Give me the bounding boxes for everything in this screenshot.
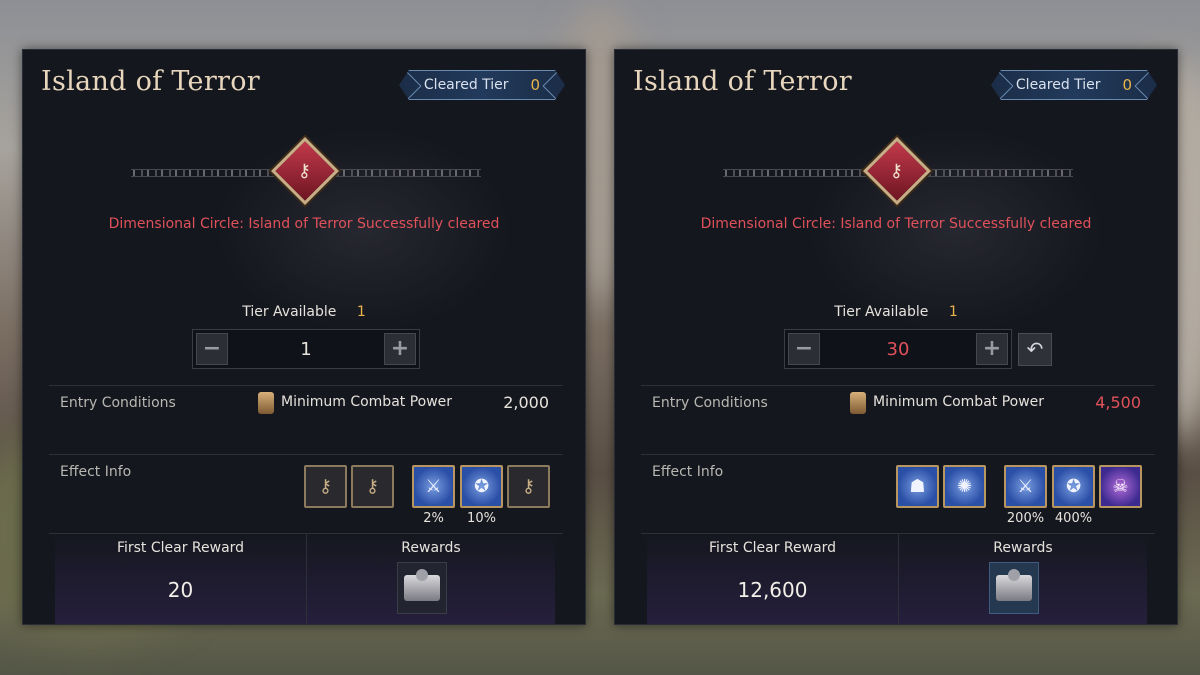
cleared-tier-value: 0	[1122, 76, 1133, 94]
combat-power-icon	[258, 392, 274, 414]
status-message: Dimensional Circle: Island of Terror Suc…	[700, 216, 1092, 232]
divider	[641, 385, 1155, 386]
crossed-swords-icon[interactable]: ⚔	[412, 465, 455, 508]
increase-tier-button[interactable]: +	[384, 333, 416, 365]
tier-available-label: Tier Available	[242, 304, 337, 320]
min-combat-power-value: 4,500	[1095, 393, 1141, 412]
divider	[641, 454, 1155, 455]
lock-icon: ⚷	[271, 137, 339, 205]
cleared-tier-value: 0	[530, 76, 541, 94]
dungeon-title: Island of Terror	[41, 66, 261, 97]
demon-skull-icon[interactable]: ☠	[1099, 465, 1142, 508]
strongman-icon[interactable]: ✪	[1052, 465, 1095, 508]
decrease-tier-button[interactable]: −	[788, 333, 820, 365]
combat-power-icon	[850, 392, 866, 414]
tier-stepper: − 30 +	[784, 329, 1012, 369]
tier-available-value: 1	[356, 304, 366, 320]
dungeon-title: Island of Terror	[633, 66, 853, 97]
increase-tier-button[interactable]: +	[976, 333, 1008, 365]
min-combat-power-value: 2,000	[503, 393, 549, 412]
divider	[49, 454, 563, 455]
status-message: Dimensional Circle: Island of Terror Suc…	[108, 216, 500, 232]
tier-value[interactable]: 1	[228, 339, 384, 360]
strongman-icon[interactable]: ✪	[460, 465, 503, 508]
first-clear-reward-value: 12,600	[737, 578, 808, 602]
tier-stepper: − 1 +	[192, 329, 420, 369]
treasure-chest-icon[interactable]	[989, 562, 1039, 614]
lock-icon: ⚷	[863, 137, 931, 205]
spin-attack-icon[interactable]: ✺	[943, 465, 986, 508]
tier-available: Tier Available 1	[615, 304, 1177, 320]
dungeon-panel-right: Island of Terror Cleared Tier 0 ⚷ Dimens…	[614, 49, 1178, 625]
divider	[49, 385, 563, 386]
first-clear-reward-value: 20	[167, 578, 194, 602]
treasure-chest-icon[interactable]	[397, 562, 447, 614]
min-combat-power-label: Minimum Combat Power	[873, 394, 1045, 410]
cleared-tier-label: Cleared Tier	[1015, 77, 1101, 93]
cleared-tier-badge: Cleared Tier 0	[399, 70, 565, 100]
effect-info-label: Effect Info	[652, 464, 724, 480]
undo-icon[interactable]: ↶	[1018, 333, 1052, 366]
tier-available: Tier Available 1	[23, 304, 585, 320]
effect-info-label: Effect Info	[60, 464, 132, 480]
rewards-label: Rewards	[993, 540, 1053, 556]
rewards-label: Rewards	[401, 540, 461, 556]
cleared-tier-badge: Cleared Tier 0	[991, 70, 1157, 100]
shadow-figure-icon[interactable]: ☗	[896, 465, 939, 508]
tier-available-label: Tier Available	[834, 304, 929, 320]
effect-percent: 400%	[1054, 511, 1093, 526]
decrease-tier-button[interactable]: −	[196, 333, 228, 365]
dungeon-panel-left: Island of Terror Cleared Tier 0 ⚷ Dimens…	[22, 49, 586, 625]
effect-percent: 200%	[1006, 511, 1045, 526]
effect-percent: 10%	[467, 511, 496, 526]
crossed-swords-icon[interactable]: ⚔	[1004, 465, 1047, 508]
min-combat-power-label: Minimum Combat Power	[281, 394, 453, 410]
entry-conditions-label: Entry Conditions	[60, 395, 176, 411]
lock-icon[interactable]: ⚷	[304, 465, 347, 508]
entry-conditions-label: Entry Conditions	[652, 395, 768, 411]
lock-icon[interactable]: ⚷	[351, 465, 394, 508]
first-clear-reward-label: First Clear Reward	[708, 540, 837, 556]
tier-available-value: 1	[948, 304, 958, 320]
effect-percent: 2%	[423, 511, 444, 526]
tier-value[interactable]: 30	[820, 339, 976, 360]
first-clear-reward-label: First Clear Reward	[116, 540, 245, 556]
cleared-tier-label: Cleared Tier	[423, 77, 509, 93]
lock-icon[interactable]: ⚷	[507, 465, 550, 508]
